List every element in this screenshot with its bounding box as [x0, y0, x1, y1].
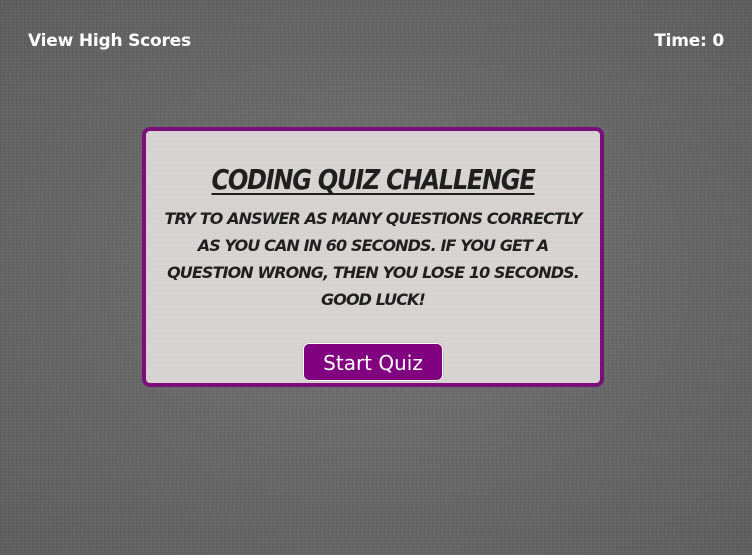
timer-display: Time: 0	[654, 31, 724, 51]
quiz-intro-card: Coding Quiz Challenge Try to answer as m…	[142, 127, 604, 387]
quiz-title: Coding Quiz Challenge	[211, 163, 535, 196]
view-high-scores-link[interactable]: View High Scores	[28, 31, 191, 51]
quiz-instructions: Try to answer as many questions correctl…	[164, 209, 582, 309]
start-quiz-button[interactable]: Start Quiz	[303, 343, 443, 381]
